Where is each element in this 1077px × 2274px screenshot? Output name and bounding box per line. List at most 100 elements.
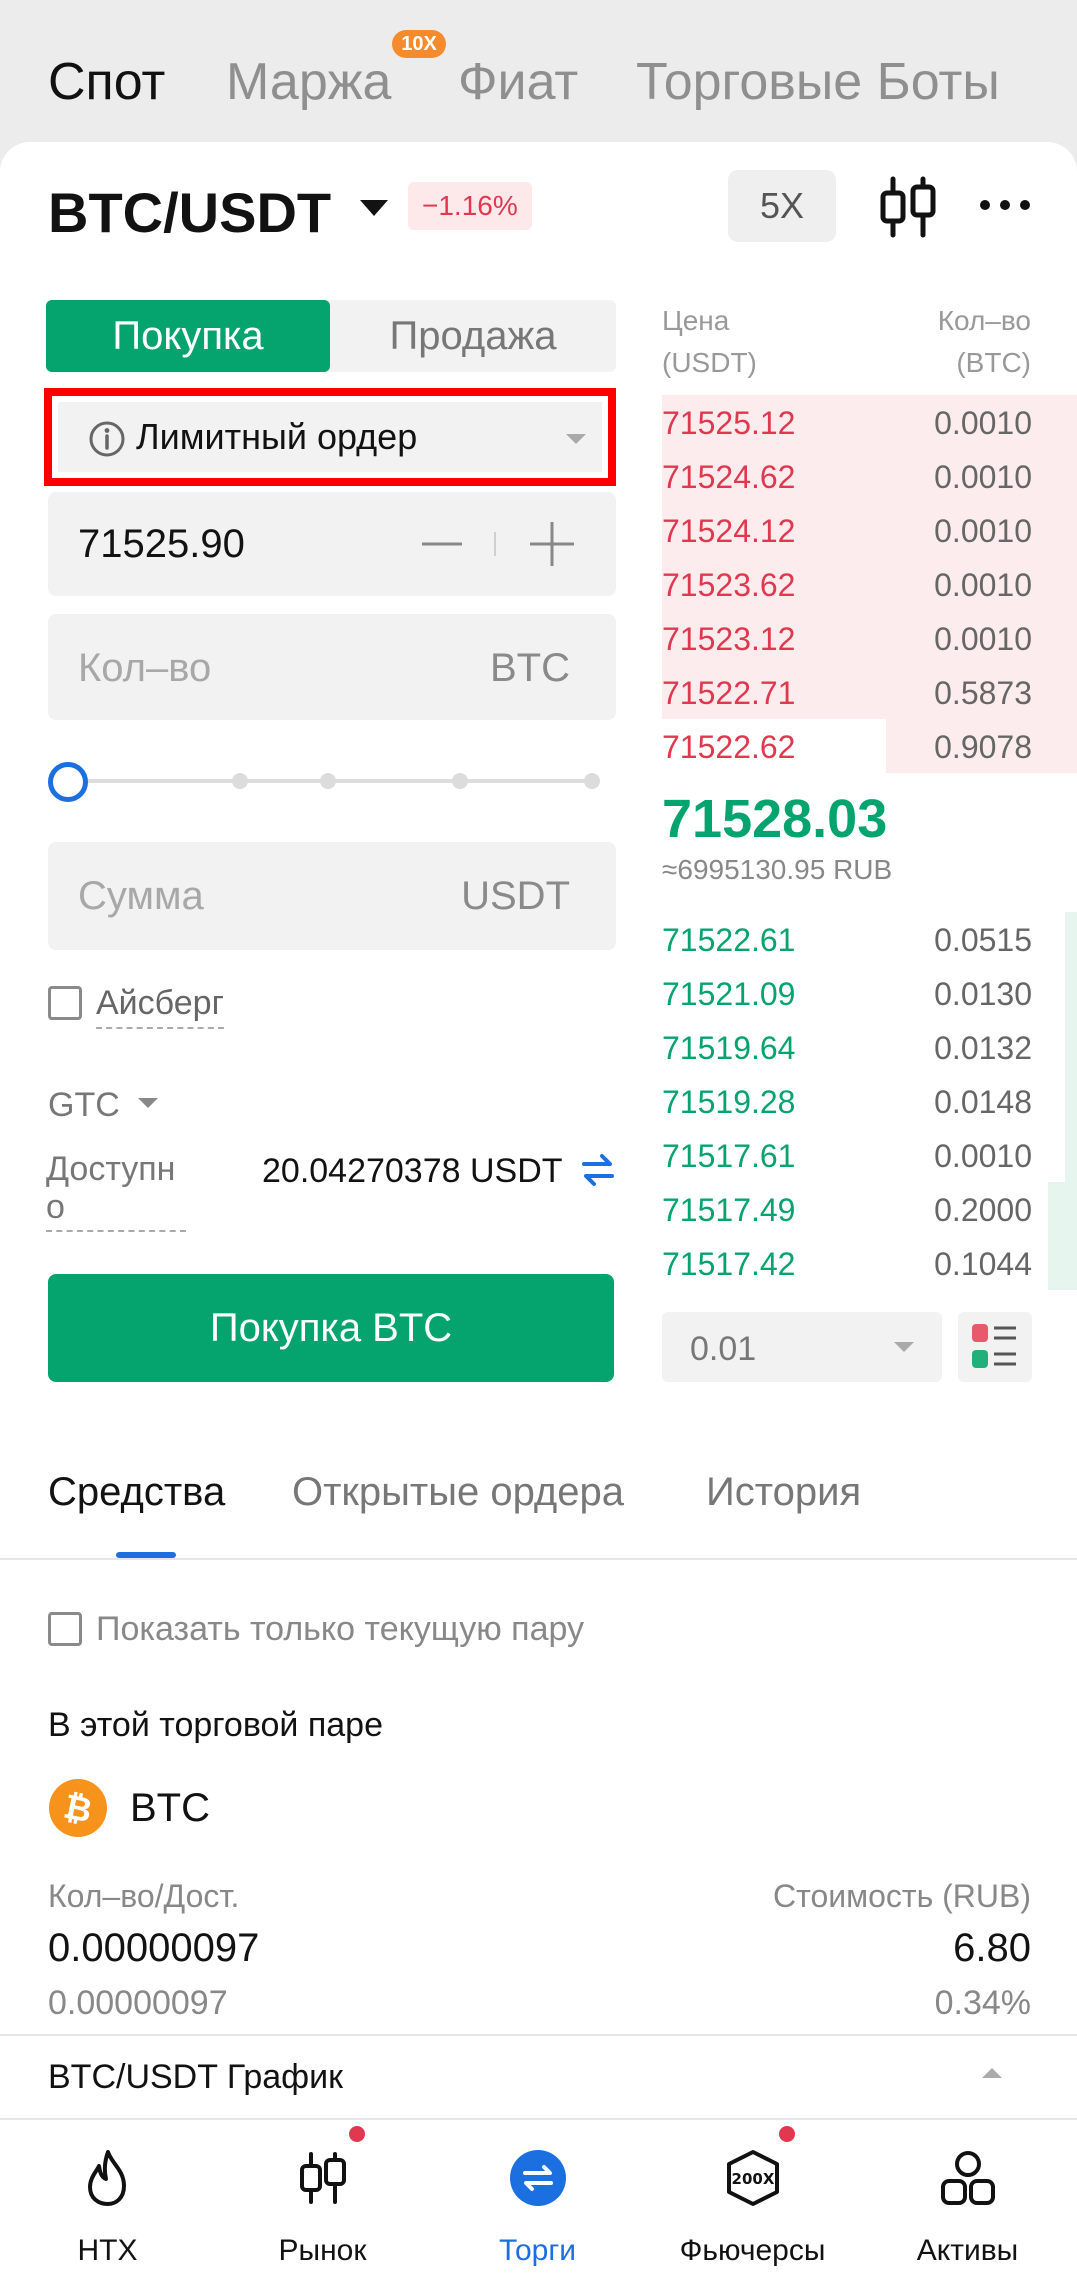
slider-stop-75[interactable] (452, 773, 468, 789)
buy-sell-toggle: Покупка Продажа (46, 300, 616, 372)
notification-dot (779, 2126, 795, 2142)
buy-side-button[interactable]: Покупка (46, 300, 330, 372)
divider (0, 2034, 1077, 2036)
slider-stop-100[interactable] (584, 773, 600, 789)
info-icon[interactable] (88, 420, 126, 458)
ask-row[interactable]: 71524.12 0.0010 (662, 503, 1077, 557)
ask-qty: 0.9078 (934, 729, 1032, 765)
dropdown-caret-icon (566, 434, 586, 444)
order-type-field[interactable]: Лимитный ордер (58, 402, 602, 472)
decrease-price-button[interactable] (412, 514, 472, 574)
depth-precision-select[interactable]: 0.01 (662, 1312, 942, 1382)
tab-open-orders[interactable]: Открытые ордера (292, 1470, 624, 1515)
qty-column-header: Кол–во/Дост. (48, 1878, 240, 1914)
bid-row[interactable]: 71517.49 0.2000 (662, 1182, 1077, 1236)
nav-label: HTX (77, 2234, 138, 2267)
iceberg-label[interactable]: Айсберг (96, 984, 224, 1029)
bottom-nav: HTX Рынок Торги 200X Фьючерсы Активы (0, 2118, 1077, 2274)
amount-slider[interactable] (48, 758, 604, 804)
price-input[interactable]: 71525.90 (48, 492, 616, 596)
candlestick-chart-icon[interactable] (878, 175, 938, 239)
bid-qty: 0.2000 (934, 1192, 1032, 1228)
caret-down-icon[interactable] (360, 200, 388, 216)
nav-futures[interactable]: 200X Фьючерсы (645, 2120, 860, 2274)
slider-stop-25[interactable] (232, 773, 248, 789)
svg-text:200X: 200X (731, 2170, 774, 2188)
price-header-line-2: (USDT) (662, 347, 757, 378)
more-icon[interactable] (975, 180, 1035, 230)
depth-bar (1048, 1182, 1077, 1236)
buy-btc-button[interactable]: Покупка BTC (48, 1274, 614, 1382)
quantity-input[interactable]: Кол–во BTC (48, 614, 616, 720)
caret-up-icon[interactable] (982, 2068, 1002, 2078)
bid-row[interactable]: 71521.09 0.0130 (662, 966, 1077, 1020)
bid-row[interactable]: 71517.61 0.0010 (662, 1128, 1077, 1182)
slider-stop-50[interactable] (320, 773, 336, 789)
ask-price: 71522.71 (662, 675, 796, 711)
order-type-dropdown[interactable]: Лимитный ордер (44, 388, 616, 486)
available-label: Доступно (46, 1150, 186, 1232)
bid-qty: 0.0130 (934, 976, 1032, 1012)
current-pair-only-label[interactable]: Показать только текущую пару (96, 1610, 584, 1649)
bid-price: 71517.49 (662, 1192, 796, 1228)
ask-row[interactable]: 71525.12 0.0010 (662, 395, 1077, 449)
tab-margin[interactable]: Маржа (226, 52, 391, 112)
bid-price: 71522.61 (662, 922, 796, 958)
nav-market[interactable]: Рынок (215, 2120, 430, 2274)
bid-row[interactable]: 71517.42 0.1044 (662, 1236, 1077, 1290)
caret-down-icon[interactable] (138, 1098, 158, 1108)
ask-qty: 0.0010 (934, 459, 1032, 495)
pair-selector[interactable]: BTC/USDT (48, 180, 331, 245)
tab-fiat[interactable]: Фиат (458, 52, 578, 112)
depth-precision-value: 0.01 (690, 1330, 757, 1368)
iceberg-checkbox[interactable] (48, 986, 82, 1020)
sell-side-button[interactable]: Продажа (330, 300, 616, 372)
nav-assets[interactable]: Активы (860, 2120, 1075, 2274)
bid-row[interactable]: 71519.64 0.0132 (662, 1020, 1077, 1074)
dropdown-caret-icon (894, 1342, 914, 1352)
top-tabs: Спот Маржа 10X Фиат Торговые Боты (0, 0, 1077, 150)
ask-row[interactable]: 71522.62 0.9078 (662, 719, 1077, 773)
last-price[interactable]: 71528.03 (662, 788, 887, 850)
ask-row[interactable]: 71523.12 0.0010 (662, 611, 1077, 665)
ask-qty: 0.0010 (934, 405, 1032, 441)
bid-qty: 0.0148 (934, 1084, 1032, 1120)
depth-bar (1065, 1128, 1077, 1182)
ask-row[interactable]: 71524.62 0.0010 (662, 449, 1077, 503)
depth-bar (1065, 1020, 1077, 1074)
orderbook-layout-icon[interactable] (958, 1312, 1032, 1382)
ask-price: 71522.62 (662, 729, 796, 765)
bid-qty: 0.0515 (934, 922, 1032, 958)
nav-trade[interactable]: Торги (430, 2120, 645, 2274)
ask-row[interactable]: 71523.62 0.0010 (662, 557, 1077, 611)
nav-htx[interactable]: HTX (0, 2120, 215, 2274)
bid-qty: 0.1044 (934, 1246, 1032, 1282)
orderbook-price-header: Цена (USDT) (662, 300, 757, 384)
futures-200x-icon: 200X (726, 2150, 779, 2206)
time-in-force-select[interactable]: GTC (48, 1086, 120, 1125)
tab-history[interactable]: История (706, 1470, 861, 1515)
value-total: 6.80 (953, 1926, 1031, 1970)
qty-header-line-1: Кол–во (937, 305, 1031, 336)
qty-total: 0.00000097 (48, 1926, 260, 1970)
bid-price: 71519.28 (662, 1084, 796, 1120)
price-header-line-1: Цена (662, 305, 730, 336)
ask-row[interactable]: 71522.71 0.5873 (662, 665, 1077, 719)
current-pair-only-checkbox[interactable] (48, 1612, 82, 1646)
tab-funds[interactable]: Средства (48, 1470, 225, 1515)
total-input[interactable]: Сумма USDT (48, 842, 616, 950)
chart-panel-toggle[interactable]: BTC/USDT График (48, 2058, 343, 2097)
increase-price-button[interactable] (522, 514, 582, 574)
coin-name: BTC (130, 1786, 210, 1830)
transfer-icon[interactable] (580, 1150, 616, 1190)
candlestick-icon (299, 2152, 346, 2204)
price-value[interactable]: 71525.90 (78, 522, 245, 567)
bid-row[interactable]: 71519.28 0.0148 (662, 1074, 1077, 1128)
tab-trading-bots[interactable]: Торговые Боты (636, 52, 1032, 112)
tab-spot[interactable]: Спот (48, 52, 165, 112)
leverage-button[interactable]: 5X (728, 170, 836, 242)
depth-bar (1065, 912, 1077, 966)
assets-icon (940, 2151, 995, 2205)
bid-row[interactable]: 71522.61 0.0515 (662, 912, 1077, 966)
slider-thumb[interactable] (48, 762, 88, 802)
